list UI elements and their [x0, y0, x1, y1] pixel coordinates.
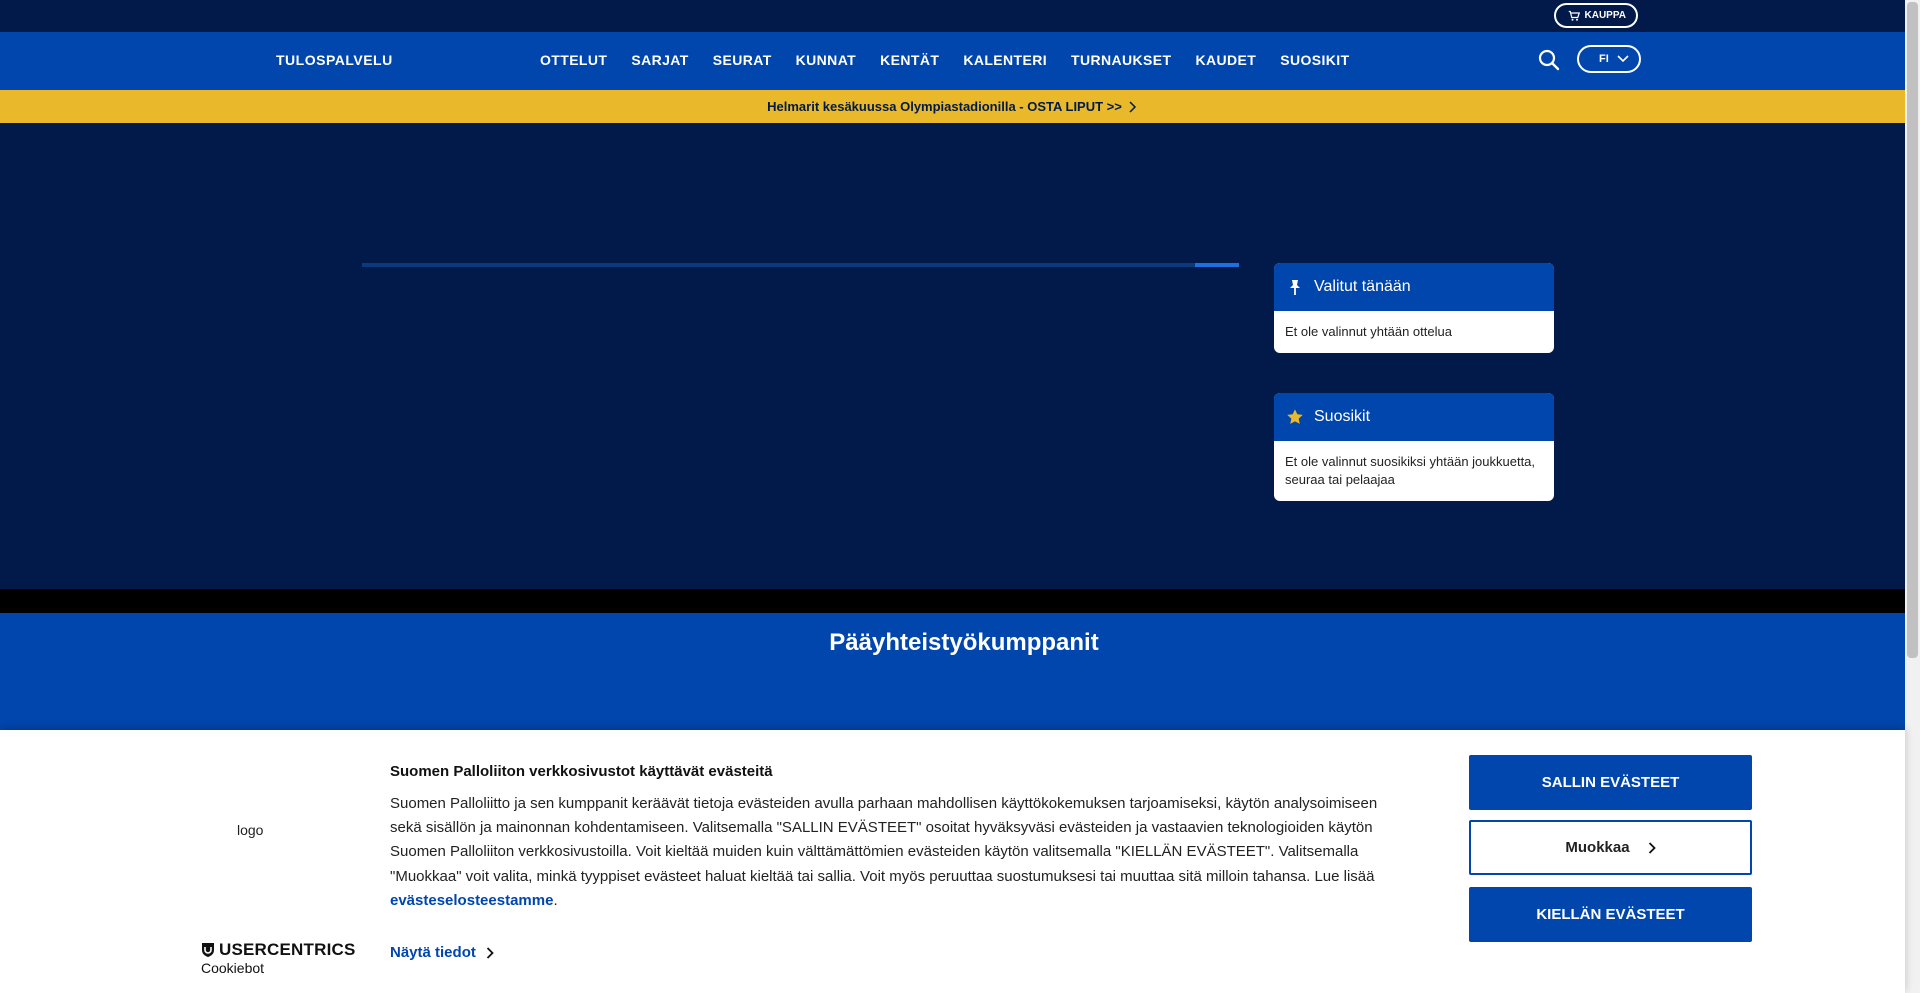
cookie-logo: logo	[235, 822, 263, 838]
show-details-button[interactable]: Näytä tiedot	[390, 944, 494, 961]
usercentrics-name: USERCENTRICS	[201, 940, 356, 960]
shield-icon	[202, 943, 214, 957]
cookie-body-suffix: .	[553, 891, 558, 909]
nav-item-kaudet[interactable]: KAUDET	[1195, 52, 1256, 68]
promo-banner[interactable]: Helmarit kesäkuussa Olympiastadionilla -…	[0, 90, 1905, 123]
cookie-body-text: Suomen Palloliitto ja sen kumppanit kerä…	[390, 795, 1378, 885]
nav-item-ottelut[interactable]: OTTELUT	[540, 52, 607, 68]
star-icon	[1287, 409, 1303, 424]
search-icon[interactable]	[1537, 48, 1561, 72]
nav-item-kalenteri[interactable]: KALENTERI	[963, 52, 1047, 68]
partners-section: Pääyhteistyökumppanit	[0, 613, 1905, 730]
cookie-body: Suomen Palloliitto ja sen kumppanit kerä…	[390, 792, 1400, 913]
usercentrics-name-text: USERCENTRICS	[219, 940, 356, 959]
favorites-card: Suosikit Et ole valinnut suosikiksi yhtä…	[1274, 393, 1554, 501]
shop-button[interactable]: KAUPPA	[1553, 3, 1638, 28]
site-brand[interactable]: TULOSPALVELU	[276, 52, 393, 68]
nav-item-seurat[interactable]: SEURAT	[713, 52, 772, 68]
favorites-header: Suosikit	[1274, 393, 1554, 441]
usercentrics-brand[interactable]: USERCENTRICS Cookiebot	[201, 940, 356, 976]
deny-cookies-button[interactable]: KIELLÄN EVÄSTEET	[1469, 887, 1752, 942]
hero-section: Valitut tänään Et ole valinnut yhtään ot…	[0, 123, 1905, 589]
chevron-right-icon	[1129, 100, 1136, 113]
scrollbar-thumb[interactable]	[1907, 2, 1918, 658]
chevron-down-icon	[1617, 55, 1629, 63]
nav-item-turnaukset[interactable]: TURNAUKSET	[1071, 52, 1171, 68]
favorites-empty: Et ole valinnut suosikiksi yhtään joukku…	[1285, 454, 1536, 487]
chevron-right-icon	[1648, 841, 1656, 854]
selected-today-card: Valitut tänään Et ole valinnut yhtään ot…	[1274, 263, 1554, 353]
nav-item-kunnat[interactable]: KUNNAT	[796, 52, 856, 68]
allow-cookies-button[interactable]: SALLIN EVÄSTEET	[1469, 755, 1752, 810]
nav-item-kentat[interactable]: KENTÄT	[880, 52, 939, 68]
selected-today-title: Valitut tänään	[1314, 278, 1411, 295]
carousel-progress	[362, 263, 1239, 267]
customize-cookies-button[interactable]: Muokkaa	[1469, 820, 1752, 875]
chevron-right-icon	[486, 946, 494, 959]
cookiebot-label: Cookiebot	[201, 960, 265, 976]
main-nav: OTTELUT SARJAT SEURAT KUNNAT KENTÄT KALE…	[540, 52, 1374, 68]
cookie-banner: logo USERCENTRICS Cookiebot Suomen Pallo…	[0, 730, 1905, 993]
favorites-title: Suosikit	[1314, 408, 1371, 425]
section-divider	[0, 589, 1905, 613]
main-navbar: TULOSPALVELU OTTELUT SARJAT SEURAT KUNNA…	[0, 32, 1905, 90]
language-select[interactable]: FI	[1577, 45, 1641, 73]
promo-banner-text: Helmarit kesäkuussa Olympiastadionilla -…	[767, 99, 1122, 114]
nav-item-sarjat[interactable]: SARJAT	[631, 52, 688, 68]
selected-today-empty: Et ole valinnut yhtään ottelua	[1285, 324, 1452, 339]
partners-title: Pääyhteistyökumppanit	[829, 629, 1099, 656]
cart-icon	[1568, 10, 1580, 21]
cookie-policy-link[interactable]: evästeselosteestamme	[390, 892, 553, 909]
carousel-progress-fill	[1195, 263, 1239, 267]
selected-today-header: Valitut tänään	[1274, 263, 1554, 311]
cookie-logo-alt: logo	[237, 822, 264, 838]
cookie-title: Suomen Palloliiton verkkosivustot käyttä…	[390, 763, 773, 780]
pin-icon	[1290, 280, 1300, 295]
page-scrollbar[interactable]	[1905, 0, 1920, 993]
nav-item-suosikit[interactable]: SUOSIKIT	[1280, 52, 1349, 68]
language-value: FI	[1599, 53, 1609, 65]
top-utility-bar: KAUPPA	[0, 0, 1905, 32]
show-details-label: Näytä tiedot	[390, 944, 476, 961]
customize-cookies-label: Muokkaa	[1565, 839, 1630, 856]
shop-label: KAUPPA	[1584, 10, 1626, 21]
